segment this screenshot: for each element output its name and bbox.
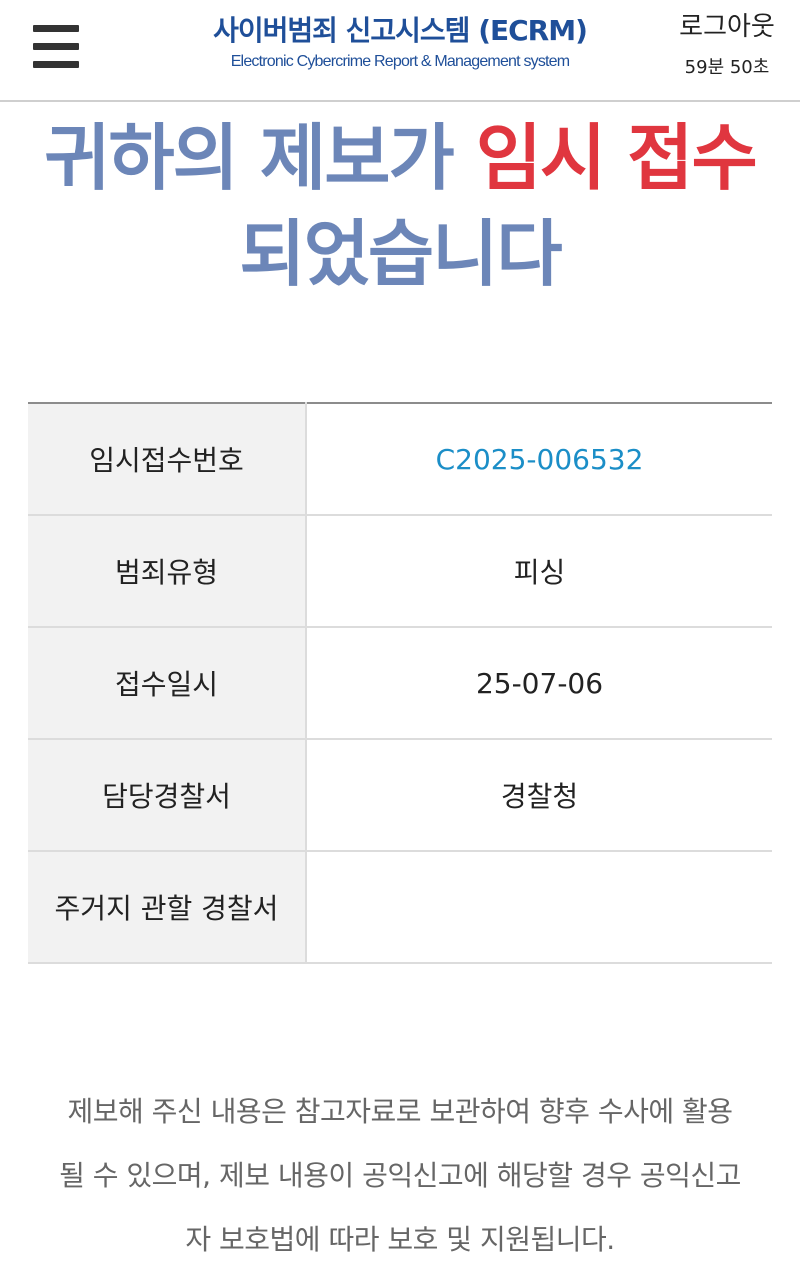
receipt-info-table: 임시접수번호 C2025-006532 범죄유형 피싱 접수일시 25-07-0… (28, 402, 772, 964)
row-label: 주거지 관할 경찰서 (28, 850, 307, 964)
session-timer: 59분 50초 (684, 57, 770, 78)
table-row: 접수일시 25-07-06 (28, 626, 772, 740)
app-header: 사이버범죄 신고시스템 (ECRM) Electronic Cybercrime… (0, 0, 800, 102)
headline-line2: 되었습니다 (239, 212, 562, 296)
row-label: 임시접수번호 (28, 402, 307, 516)
site-subtitle: Electronic Cybercrime Report & Managemen… (230, 53, 570, 70)
notice-line: 될 수 있으며, 제보 내용이 공익신고에 해당할 경우 공익신고 (59, 1159, 741, 1192)
headline-line1: 귀하의 제보가 임시 접수 (0, 110, 800, 206)
table-row: 임시접수번호 C2025-006532 (28, 402, 772, 516)
menu-bar (33, 43, 79, 50)
headline-highlight: 임시 접수 (475, 116, 758, 200)
table-row: 주거지 관할 경찰서 (28, 850, 772, 964)
headline-prefix: 귀하의 제보가 (44, 116, 476, 200)
page-headline: 귀하의 제보가 임시 접수 되었습니다 (0, 110, 800, 302)
notice-line: 제보해 주신 내용은 참고자료로 보관하여 향후 수사에 활용 (67, 1095, 733, 1128)
hamburger-menu-icon[interactable] (33, 24, 79, 68)
logout-button[interactable]: 로그아웃 (662, 8, 792, 46)
receipt-date-value: 25-07-06 (306, 626, 772, 740)
session-area: 로그아웃 59분 50초 (662, 8, 792, 82)
table-row: 범죄유형 피싱 (28, 514, 772, 628)
crime-type-value: 피싱 (306, 514, 772, 628)
row-label: 접수일시 (28, 626, 307, 740)
site-title: 사이버범죄 신고시스템 (ECRM) (213, 14, 588, 47)
menu-bar (33, 25, 79, 32)
table-row: 담당경찰서 경찰청 (28, 738, 772, 852)
menu-bar (33, 61, 79, 68)
notice-line: 자 보호법에 따라 보호 및 지원됩니다. (185, 1223, 615, 1256)
local-police-station-value (306, 850, 772, 964)
row-label: 범죄유형 (28, 514, 307, 628)
police-station-value: 경찰청 (306, 738, 772, 852)
row-label: 담당경찰서 (28, 738, 307, 852)
site-logo[interactable]: 사이버범죄 신고시스템 (ECRM) Electronic Cybercrime… (190, 12, 610, 74)
protection-notice: 제보해 주신 내용은 참고자료로 보관하여 향후 수사에 활용 될 수 있으며,… (30, 1080, 770, 1272)
receipt-number: C2025-006532 (306, 402, 772, 516)
